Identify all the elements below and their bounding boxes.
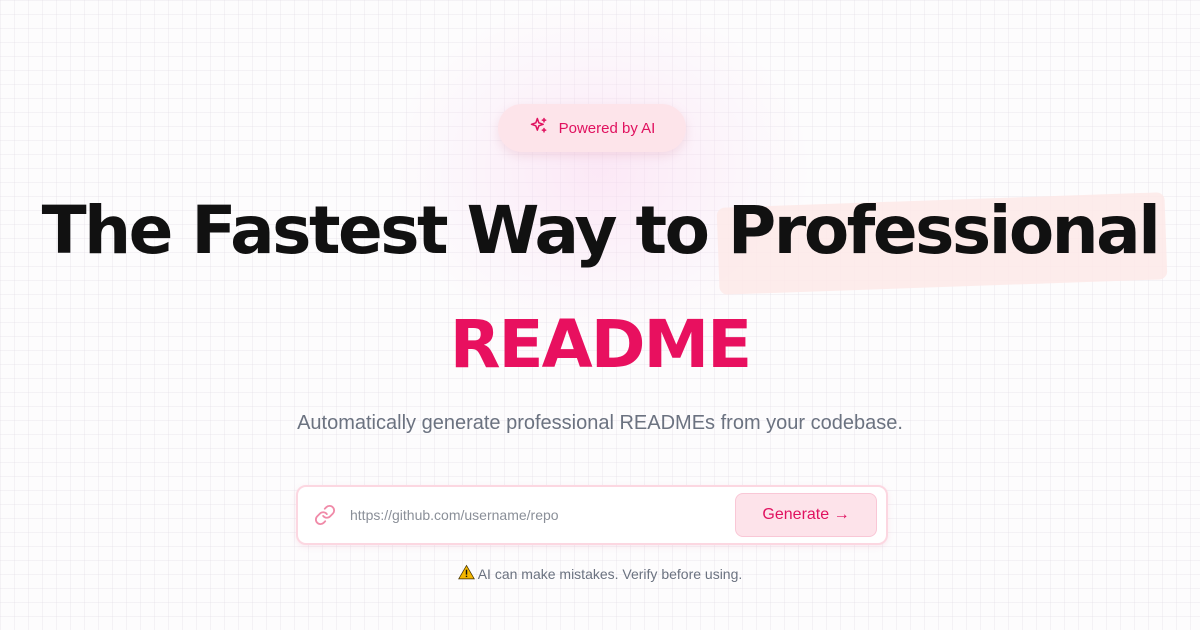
link-icon (314, 504, 336, 526)
headline-highlight: Professional (727, 192, 1161, 269)
headline-lead: The Fastest Way to (41, 192, 710, 269)
badge-label: Powered by AI (558, 119, 656, 137)
disclaimer: AI can make mistakes. Verify before usin… (0, 564, 1200, 584)
warning-icon (457, 564, 475, 584)
repo-url-form: Generate → (296, 485, 888, 545)
headline-accent: README (449, 306, 753, 383)
sparkles-icon (529, 116, 549, 140)
subtitle: Automatically generate professional READ… (297, 412, 903, 434)
powered-by-ai-badge: Powered by AI (498, 104, 686, 152)
headline: The Fastest Way to Professional (0, 192, 1200, 269)
disclaimer-text: AI can make mistakes. Verify before usin… (477, 566, 743, 582)
generate-button[interactable]: Generate → (735, 493, 877, 537)
repo-url-input[interactable] (350, 501, 720, 529)
